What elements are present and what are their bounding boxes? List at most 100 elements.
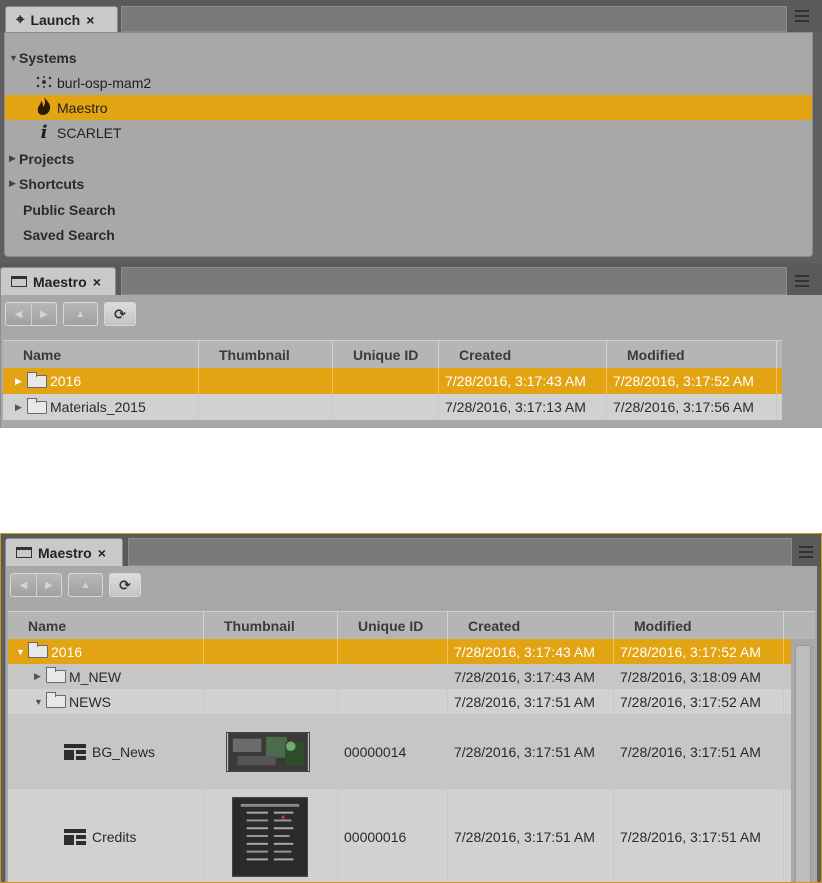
sequence-clip-icon [64,828,86,845]
tab-maestro[interactable]: Maestro × [5,538,123,566]
up-arrow-icon[interactable]: ▲ [64,303,97,325]
tree-item-maestro[interactable]: Maestro [5,95,812,120]
maestro-tabstrip [121,267,787,295]
row-name-label: Materials_2015 [50,399,146,415]
cell-unique-id: 00000014 [338,714,448,789]
collapsed-triangle-icon[interactable]: ▶ [9,178,19,189]
collapsed-triangle-icon[interactable]: ▶ [15,376,27,387]
up-arrow-icon[interactable]: ▲ [69,574,102,596]
launch-crosshair-icon: ⌖ [16,11,25,28]
launch-tabstrip [121,6,787,32]
panel-menu-icon[interactable] [799,546,813,558]
forward-arrow-icon[interactable]: ▶ [36,574,61,596]
table-row[interactable]: Credits 00000016 7/28/2016, 3:17:51 AM 7… [8,789,791,882]
tab-close-icon[interactable]: × [86,12,94,28]
nav-toolbar: ◀ ▶ ▲ ⟳ [5,302,136,326]
tab-close-icon[interactable]: × [93,274,101,290]
refresh-icon[interactable]: ⟳ [110,574,140,596]
back-forward-group: ◀ ▶ [10,573,62,597]
cell-modified: 7/28/2016, 3:17:52 AM [614,689,784,714]
cell-modified: 7/28/2016, 3:18:09 AM [614,664,784,689]
column-header-modified[interactable]: Modified [607,341,777,369]
collapsed-triangle-icon[interactable]: ▶ [34,671,46,682]
expand-triangle-icon[interactable]: ▼ [9,53,19,63]
table-row[interactable]: BG_News 00000014 7/28/2016, 3:17:51 AM 7… [8,714,791,789]
cell-created: 7/28/2016, 3:17:51 AM [448,714,614,789]
tree-item-saved-search[interactable]: Saved Search [5,222,812,247]
tree-item-label: burl-osp-mam2 [57,74,152,91]
maestro-panel-top: Maestro × ◀ ▶ ▲ ⟳ Name Thumbnail Unique … [0,263,822,428]
collapsed-triangle-icon[interactable]: ▶ [9,153,19,164]
column-header-created[interactable]: Created [448,612,614,640]
asset-grid: Name Thumbnail Unique ID Created Modifie… [3,340,782,428]
back-arrow-icon[interactable]: ◀ [11,574,36,596]
panel-menu-icon[interactable] [795,275,809,287]
vertical-scrollbar[interactable] [795,645,811,882]
column-header-spacer [777,341,809,369]
tree-item-label: Public Search [23,201,116,218]
table-row[interactable]: ▶ M_NEW 7/28/2016, 3:17:43 AM 7/28/2016,… [8,664,791,689]
credits-thumbnail-image[interactable] [232,796,308,877]
cell-created: 7/28/2016, 3:17:13 AM [439,394,607,420]
column-header-thumbnail[interactable]: Thumbnail [199,341,333,369]
collapsed-triangle-icon[interactable]: ▶ [15,402,27,413]
bg-news-thumbnail-image[interactable] [226,731,310,772]
refresh-icon[interactable]: ⟳ [105,303,135,325]
network-node-icon [35,75,53,91]
tab-maestro-label: Maestro [33,273,87,290]
folder-icon [27,397,47,414]
table-row[interactable]: ▼ NEWS 7/28/2016, 3:17:51 AM 7/28/2016, … [8,689,791,714]
tree-item-burl-osp-mam2[interactable]: burl-osp-mam2 [5,70,812,95]
tab-maestro[interactable]: Maestro × [0,267,116,295]
cell-thumbnail [204,639,338,664]
column-header-unique-id[interactable]: Unique ID [333,341,439,369]
cell-unique-id [333,368,439,394]
folder-icon [28,642,48,658]
column-header-name[interactable]: Name [3,341,199,369]
maestro-panel-bottom: Maestro × ◀ ▶ ▲ ⟳ Name Thumbnail Unique … [0,533,822,883]
row-name-label: 2016 [51,643,83,660]
forward-arrow-icon[interactable]: ▶ [31,303,56,325]
sequence-clip-icon [64,743,86,760]
launch-tabbar: ⌖ Launch × [0,0,822,32]
cell-thumbnail [204,664,338,689]
row-name-label: M_NEW [69,668,122,685]
cell-thumbnail [204,789,338,882]
cell-modified: 7/28/2016, 3:17:56 AM [607,394,777,420]
asset-grid: Name Thumbnail Unique ID Created Modifie… [8,611,816,882]
expand-triangle-icon[interactable]: ▼ [34,697,46,707]
row-name-label: NEWS [69,693,111,710]
folder-icon [46,667,66,683]
cell-created: 7/28/2016, 3:17:51 AM [448,789,614,882]
tree-item-shortcuts[interactable]: ▶ Shortcuts [5,171,812,196]
row-name-label: 2016 [50,373,82,389]
cell-modified: 7/28/2016, 3:17:52 AM [607,368,777,394]
column-header-unique-id[interactable]: Unique ID [338,612,448,640]
folder-tab-icon [16,547,32,558]
grid-header: Name Thumbnail Unique ID Created Modifie… [3,340,782,369]
column-header-modified[interactable]: Modified [614,612,784,640]
column-header-spacer [784,612,816,640]
column-header-name[interactable]: Name [8,612,204,640]
cell-thumbnail [199,368,333,394]
table-row[interactable]: ▼ 2016 7/28/2016, 3:17:43 AM 7/28/2016, … [8,639,791,664]
cell-name: ▼ 2016 [8,639,204,664]
tab-launch[interactable]: ⌖ Launch × [5,6,118,32]
table-row[interactable]: ▶ 2016 7/28/2016, 3:17:43 AM 7/28/2016, … [3,368,782,394]
table-row[interactable]: ▶ Materials_2015 7/28/2016, 3:17:13 AM 7… [3,394,782,420]
tab-close-icon[interactable]: × [98,545,106,561]
cell-name: ▶ 2016 [3,368,199,394]
cell-name: Credits [8,789,204,882]
tab-maestro-label: Maestro [38,544,92,561]
nav-toolbar: ◀ ▶ ▲ ⟳ [10,573,141,597]
back-arrow-icon[interactable]: ◀ [6,303,31,325]
expand-triangle-icon[interactable]: ▼ [16,647,28,657]
column-header-thumbnail[interactable]: Thumbnail [204,612,338,640]
tree-item-public-search[interactable]: Public Search [5,197,812,222]
tree-item-projects[interactable]: ▶ Projects [5,146,812,171]
column-header-created[interactable]: Created [439,341,607,369]
tree-item-scarlet[interactable]: i SCARLET [5,120,812,145]
panel-menu-icon[interactable] [795,10,809,22]
maestro-tabstrip [128,538,792,566]
tree-item-systems[interactable]: ▼ Systems [5,45,812,70]
